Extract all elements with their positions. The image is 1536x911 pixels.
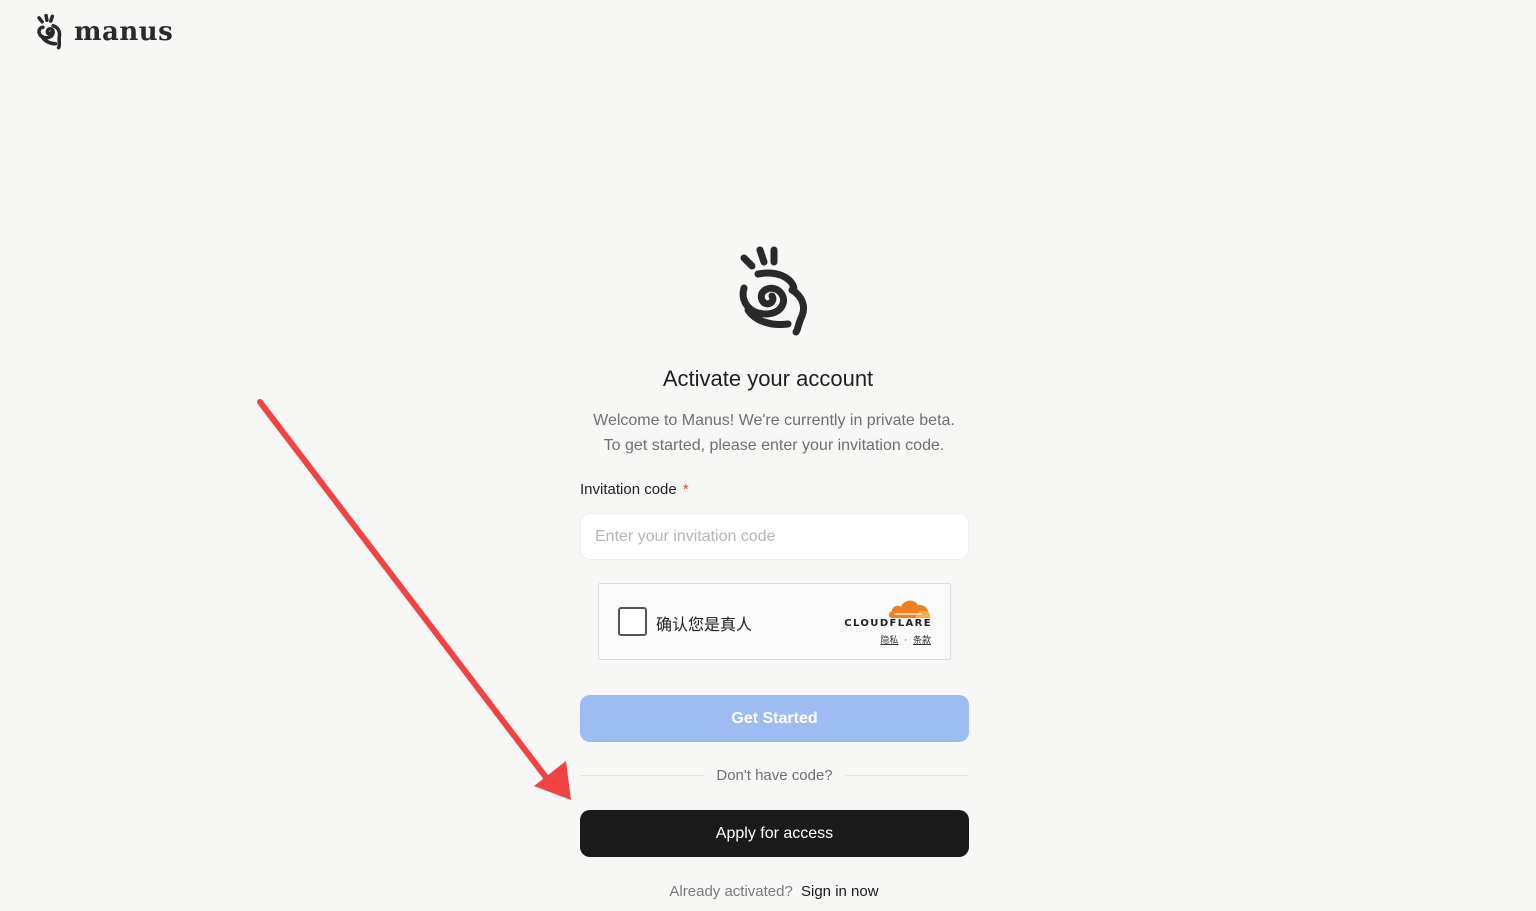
page-title: Activate your account (662, 366, 874, 391)
cloudflare-cloud-icon (889, 600, 931, 618)
cloudflare-captcha-widget: 确认您是真人 CLOUDFLARE 隐私 · 条款 (598, 583, 951, 660)
subtitle-line-1: Welcome to Manus! We're currently in pri… (593, 412, 955, 429)
brand-logo[interactable]: manus (34, 14, 173, 50)
captcha-checkbox[interactable] (618, 607, 647, 636)
divider-line-right (844, 774, 969, 776)
divider-text: Don't have code? (716, 766, 833, 784)
terms-link[interactable]: 条款 (913, 636, 931, 646)
invitation-code-label-text: Invitation code (580, 481, 677, 498)
already-activated-text: Already activated? (669, 883, 793, 900)
divider: Don't have code? (580, 765, 969, 785)
brand-name: manus (74, 17, 174, 47)
required-mark: * (682, 481, 689, 498)
sign-in-row: Already activated? Sign in now (0, 883, 1536, 900)
invitation-code-label: Invitation code * (580, 481, 689, 498)
apply-for-access-button[interactable]: Apply for access (580, 810, 969, 857)
invitation-code-input[interactable] (580, 513, 969, 560)
privacy-link[interactable]: 隐私 (880, 636, 898, 646)
captcha-label: 确认您是真人 (656, 615, 753, 634)
get-started-button[interactable]: Get Started (580, 695, 969, 742)
subtitle-line-2: To get started, please enter your invita… (603, 437, 945, 454)
cloudflare-links: 隐私 · 条款 (880, 633, 931, 646)
divider-line-left (580, 774, 705, 776)
manus-hand-icon (37, 14, 62, 50)
page-subtitle: Welcome to Manus! We're currently in pri… (0, 408, 1536, 458)
page: manus Activate your account Welcome to M… (0, 0, 1536, 911)
sign-in-link[interactable]: Sign in now (801, 883, 879, 900)
cloudflare-wordmark: CLOUDFLARE (844, 618, 932, 629)
manus-hand-icon (739, 246, 808, 336)
link-separator: · (904, 636, 908, 646)
